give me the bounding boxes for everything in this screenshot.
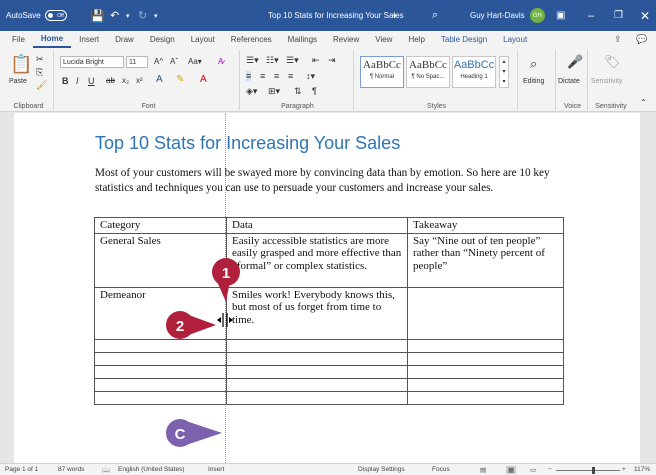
word-count[interactable]: 87 words bbox=[58, 466, 84, 473]
callout-1: 1 bbox=[212, 258, 240, 302]
focus-mode[interactable]: Focus bbox=[432, 466, 450, 473]
callout-2: 2 bbox=[166, 311, 216, 339]
proofing-icon[interactable]: 📖 bbox=[102, 466, 110, 474]
print-layout-icon[interactable]: ▦ bbox=[506, 466, 517, 474]
status-bar: Page 1 of 1 87 words 📖 English (United S… bbox=[0, 463, 656, 475]
resize-cursor-icon bbox=[217, 313, 233, 327]
callout-c-label: C bbox=[175, 426, 186, 443]
zoom-level[interactable]: 117% bbox=[634, 466, 650, 473]
zoom-slider[interactable] bbox=[556, 470, 620, 471]
zoom-out-icon[interactable]: − bbox=[548, 466, 552, 473]
insert-mode[interactable]: Insert bbox=[208, 466, 224, 473]
display-settings[interactable]: Display Settings bbox=[358, 466, 405, 473]
language[interactable]: English (United States) bbox=[118, 466, 184, 473]
page-count[interactable]: Page 1 of 1 bbox=[5, 466, 38, 473]
zoom-slider-thumb[interactable] bbox=[592, 467, 595, 474]
read-mode-icon[interactable]: ▤ bbox=[480, 466, 486, 474]
callout-1-label: 1 bbox=[222, 265, 230, 282]
callout-c: C bbox=[166, 419, 222, 447]
callout-layer: 1 2 C bbox=[166, 258, 240, 447]
callout-2-label: 2 bbox=[176, 318, 184, 335]
zoom-in-icon[interactable]: + bbox=[622, 466, 626, 473]
web-layout-icon[interactable]: ▭ bbox=[530, 466, 536, 474]
